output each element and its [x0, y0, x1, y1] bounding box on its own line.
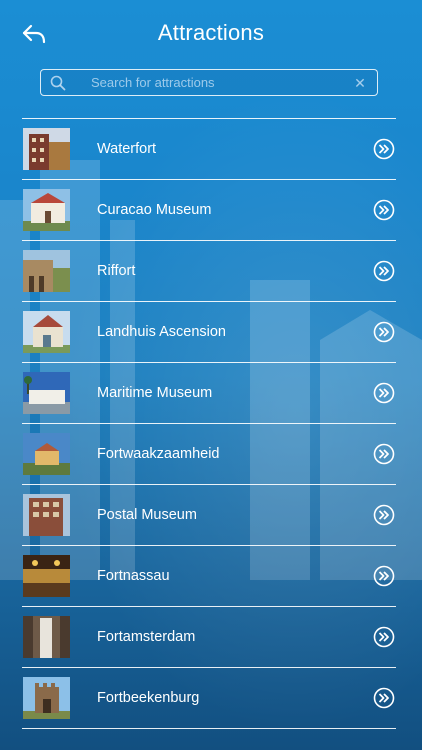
chevron-right-icon[interactable] — [373, 443, 395, 465]
fortbeekenburg-photo — [23, 677, 70, 719]
fortnassau-photo — [23, 555, 70, 597]
maritime-museum-photo — [23, 372, 70, 414]
page-title: Attractions — [157, 20, 265, 45]
fortamsterdam-photo — [23, 616, 70, 658]
list-item[interactable]: Landhuis Ascension — [22, 302, 396, 363]
waterfort-photo — [23, 128, 70, 170]
list-item[interactable]: Fortwaakzaamheid — [22, 424, 396, 485]
chevron-right-icon[interactable] — [373, 199, 395, 221]
search-icon — [50, 75, 66, 90]
chevron-right-icon[interactable] — [373, 565, 395, 587]
list-item[interactable]: Fortbeekenburg — [22, 668, 396, 729]
clear-icon[interactable]: ✕ — [353, 76, 367, 90]
list-item-label: Fortnassau — [97, 568, 170, 584]
list-item-label: Fortwaakzaamheid — [97, 446, 220, 462]
chevron-right-icon[interactable] — [373, 504, 395, 526]
list-item[interactable]: Maritime Museum — [22, 363, 396, 424]
riffort-photo — [23, 250, 70, 292]
list-item-label: Landhuis Ascension — [97, 324, 226, 340]
list-item-label: Waterfort — [97, 141, 157, 157]
list-item[interactable]: Curacao Museum — [22, 180, 396, 241]
nav-bar: Attractions — [0, 0, 422, 68]
chevron-right-icon[interactable] — [373, 260, 395, 282]
search-input[interactable] — [73, 70, 353, 95]
list-item-label: Fortbeekenburg — [97, 690, 200, 706]
list-item-label: Curacao Museum — [97, 202, 212, 218]
list-item-label: Fortamsterdam — [97, 629, 196, 645]
list-item[interactable]: Waterfort — [22, 119, 396, 180]
attractions-list: Waterfort Curacao Museum Riffort Landhui… — [22, 118, 396, 729]
chevron-right-icon[interactable] — [373, 138, 395, 160]
list-item-label: Postal Museum — [97, 507, 197, 523]
list-item-label: Riffort — [97, 263, 136, 279]
landhuis-ascension-photo — [23, 311, 70, 353]
list-item[interactable]: Fortnassau — [22, 546, 396, 607]
search-bar[interactable]: ✕ — [40, 69, 378, 96]
list-item[interactable]: Riffort — [22, 241, 396, 302]
chevron-right-icon[interactable] — [373, 626, 395, 648]
fortwaakzaamheid-photo — [23, 433, 70, 475]
postal-museum-photo — [23, 494, 70, 536]
chevron-right-icon[interactable] — [373, 687, 395, 709]
chevron-right-icon[interactable] — [373, 321, 395, 343]
list-item[interactable]: Fortamsterdam — [22, 607, 396, 668]
list-item[interactable]: Postal Museum — [22, 485, 396, 546]
curacao-museum-photo — [23, 189, 70, 231]
chevron-right-icon[interactable] — [373, 382, 395, 404]
list-item-label: Maritime Museum — [97, 385, 213, 401]
